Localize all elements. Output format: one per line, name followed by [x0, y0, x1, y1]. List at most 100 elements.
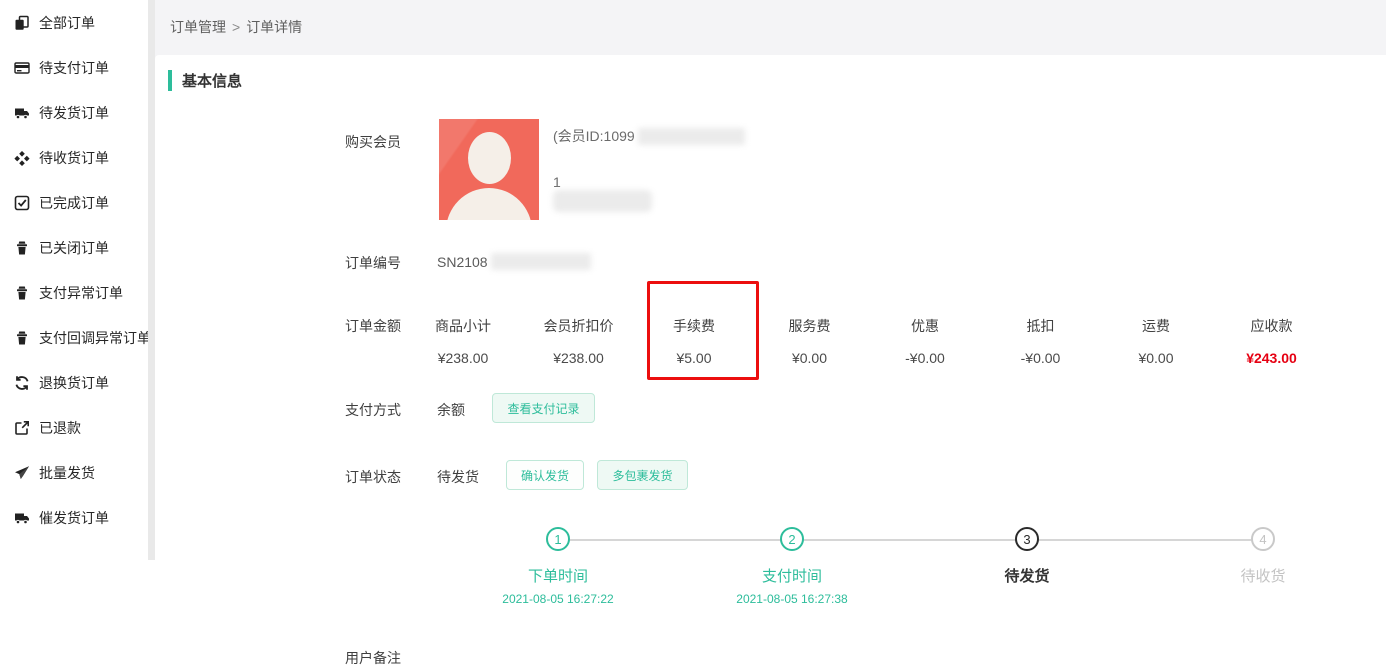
- sidebar-item-urge-shipment[interactable]: 催发货订单: [0, 495, 148, 540]
- sidebar-item-label: 待发货订单: [39, 103, 109, 123]
- sidebar-item-label: 退换货订单: [39, 373, 109, 393]
- share-icon: [14, 420, 30, 436]
- member-avatar: [439, 119, 539, 220]
- redacted-member-id: [638, 128, 745, 145]
- sidebar-item-label: 批量发货: [39, 463, 95, 483]
- sidebar-item-batch-shipment[interactable]: 批量发货: [0, 450, 148, 495]
- amount-col-subtotal: 商品小计 ¥238.00: [408, 316, 518, 366]
- basic-info-card: 基本信息 购买会员 (会员ID:1099 1 订单编号 SN2108: [155, 55, 1386, 669]
- amount-col-name: 应收款: [1217, 316, 1327, 336]
- step-pending-shipment: 3 待发货: [917, 527, 1137, 592]
- step-label: 下单时间: [448, 565, 668, 586]
- order-detail-page: 全部订单 待支付订单 待发货订单 待收货订单 已完成订单 已关闭订单 支付异常订…: [0, 0, 1386, 669]
- member-row-label: 购买会员: [345, 132, 401, 152]
- amount-col-value: ¥0.00: [1101, 350, 1211, 366]
- member-id-line: (会员ID:1099: [553, 127, 745, 145]
- section-title: 基本信息: [168, 70, 242, 91]
- order-no-value: SN2108: [437, 254, 488, 270]
- view-payment-records-button[interactable]: 查看支付记录: [492, 393, 595, 423]
- sidebar: 全部订单 待支付订单 待发货订单 待收货订单 已完成订单 已关闭订单 支付异常订…: [0, 0, 148, 669]
- truck-icon: [14, 105, 30, 121]
- amount-col-value: ¥238.00: [524, 350, 634, 366]
- redacted-member-contact: [553, 190, 652, 212]
- copy-icon: [14, 15, 30, 31]
- sidebar-item-label: 全部订单: [39, 13, 95, 33]
- sidebar-item-label: 已关闭订单: [39, 238, 109, 258]
- amount-col-value: -¥0.00: [870, 350, 980, 366]
- step-label: 支付时间: [682, 565, 902, 586]
- step-circle: 4: [1251, 527, 1275, 551]
- member-id-text: (会员ID:1099: [553, 126, 635, 146]
- step-circle: 1: [546, 527, 570, 551]
- sidebar-item-label: 支付异常订单: [39, 283, 123, 303]
- status-row-label: 订单状态: [345, 467, 401, 487]
- truck-icon: [14, 510, 30, 526]
- amount-col-receivable: 应收款 ¥243.00: [1217, 316, 1327, 366]
- sidebar-item-pending-payment[interactable]: 待支付订单: [0, 45, 148, 90]
- user-remark-label: 用户备注: [345, 648, 401, 668]
- section-title-text: 基本信息: [182, 70, 242, 91]
- step-timestamp: 2021-08-05 16:27:22: [448, 592, 668, 606]
- sidebar-item-pending-shipment[interactable]: 待发货订单: [0, 90, 148, 135]
- amount-col-shipping-fee: 运费 ¥0.00: [1101, 316, 1211, 366]
- section-accent-bar: [168, 70, 172, 91]
- amount-col-member-discount: 会员折扣价 ¥238.00: [524, 316, 634, 366]
- amount-col-discount: 优惠 -¥0.00: [870, 316, 980, 366]
- sidebar-item-returns[interactable]: 退换货订单: [0, 360, 148, 405]
- sidebar-item-label: 待收货订单: [39, 148, 109, 168]
- amount-col-name: 抵扣: [986, 316, 1096, 336]
- step-timestamp: 2021-08-05 16:27:38: [682, 592, 902, 606]
- amount-columns: 商品小计 ¥238.00 会员折扣价 ¥238.00 手续费 ¥5.00 服务费…: [408, 316, 1327, 366]
- sidebar-item-label: 已退款: [39, 418, 81, 438]
- sidebar-item-all-orders[interactable]: 全部订单: [0, 0, 148, 45]
- sidebar-scrollbar[interactable]: [148, 0, 155, 669]
- step-circle: 2: [780, 527, 804, 551]
- sidebar-item-refunded[interactable]: 已退款: [0, 405, 148, 450]
- step-payment-time: 2 支付时间 2021-08-05 16:27:38: [682, 527, 902, 606]
- trash-icon: [14, 240, 30, 256]
- step-pending-receipt: 4 待收货: [1153, 527, 1373, 592]
- breadcrumb-order-management[interactable]: 订单管理: [170, 17, 226, 37]
- amount-col-name: 运费: [1101, 316, 1211, 336]
- confirm-shipment-button[interactable]: 确认发货: [506, 460, 584, 490]
- payment-method-value: 余额: [437, 400, 465, 420]
- avatar-head-shape: [468, 132, 511, 184]
- order-no-label: 订单编号: [345, 253, 401, 273]
- sidebar-item-completed[interactable]: 已完成订单: [0, 180, 148, 225]
- order-status-value: 待发货: [437, 467, 479, 487]
- amount-col-value: ¥0.00: [755, 350, 865, 366]
- main-area: 订单管理 > 订单详情 基本信息 购买会员 (会员ID:1099 1: [155, 0, 1386, 669]
- member-level-text: 1: [553, 173, 561, 191]
- checkbox-icon: [14, 195, 30, 211]
- sidebar-item-payment-exception[interactable]: 支付异常订单: [0, 270, 148, 315]
- sidebar-item-callback-exception[interactable]: 支付回调异常订单: [0, 315, 148, 360]
- trash-icon: [14, 285, 30, 301]
- amount-col-value: ¥238.00: [408, 350, 518, 366]
- refresh-icon: [14, 375, 30, 391]
- breadcrumb-order-detail: 订单详情: [246, 17, 302, 37]
- amount-col-name: 优惠: [870, 316, 980, 336]
- multi-package-shipment-button[interactable]: 多包裹发货: [597, 460, 688, 490]
- avatar-torso-shape: [446, 188, 532, 220]
- step-label: 待收货: [1153, 565, 1373, 586]
- amount-col-name: 商品小计: [408, 316, 518, 336]
- sidebar-scrollbar-thumb[interactable]: [148, 0, 155, 560]
- trash-icon: [14, 330, 30, 346]
- payment-row-label: 支付方式: [345, 400, 401, 420]
- sidebar-item-label: 支付回调异常订单: [39, 328, 148, 348]
- sidebar-item-label: 催发货订单: [39, 508, 109, 528]
- credit-card-icon: [14, 60, 30, 76]
- sidebar-item-closed[interactable]: 已关闭订单: [0, 225, 148, 270]
- annotation-box: [647, 281, 759, 380]
- amount-col-deduction: 抵扣 -¥0.00: [986, 316, 1096, 366]
- member-info: (会员ID:1099 1: [553, 125, 973, 255]
- sidebar-item-label: 已完成订单: [39, 193, 109, 213]
- amount-col-value-receivable: ¥243.00: [1217, 350, 1327, 366]
- step-label: 待发货: [917, 565, 1137, 586]
- sidebar-item-pending-receipt[interactable]: 待收货订单: [0, 135, 148, 180]
- amount-row-label: 订单金额: [345, 316, 401, 336]
- step-order-time: 1 下单时间 2021-08-05 16:27:22: [448, 527, 668, 606]
- amount-col-service-fee: 服务费 ¥0.00: [755, 316, 865, 366]
- step-circle: 3: [1015, 527, 1039, 551]
- package-icon: [14, 150, 30, 166]
